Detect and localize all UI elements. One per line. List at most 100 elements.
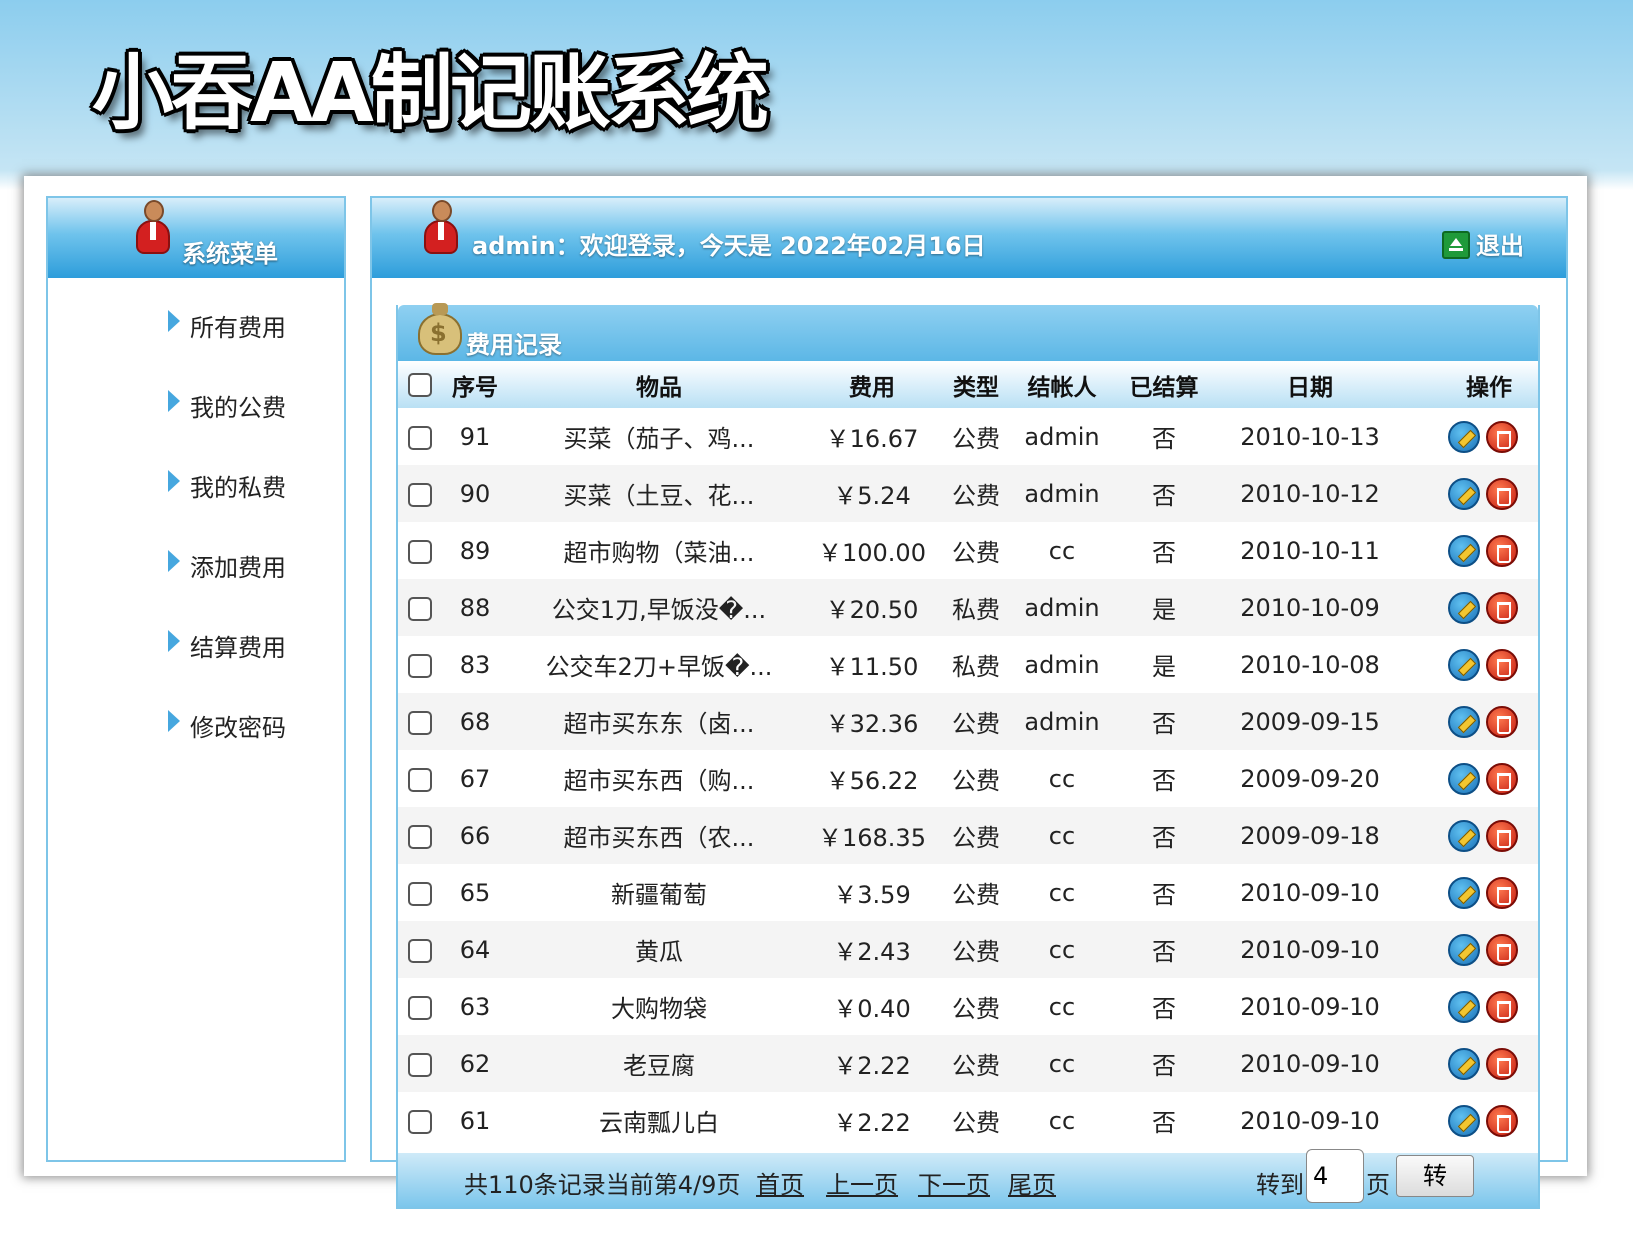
sidebar-item-my-private[interactable]: 我的私费: [48, 460, 344, 540]
arrow-right-icon: [168, 710, 180, 732]
row-checkbox[interactable]: [408, 824, 432, 849]
delete-icon[interactable]: [1486, 705, 1518, 738]
edit-icon[interactable]: [1448, 819, 1480, 852]
cell-cost: ￥16.67: [825, 425, 919, 453]
row-checkbox[interactable]: [408, 482, 432, 507]
logout-button[interactable]: 退出: [1442, 226, 1524, 261]
table-row: 65 新疆葡萄 ￥3.59 公费 cc 否 2010-09-10: [398, 864, 1538, 921]
select-all-checkbox[interactable]: [408, 373, 432, 397]
cell-payer: cc: [1018, 807, 1106, 864]
row-checkbox[interactable]: [408, 596, 432, 621]
row-checkbox[interactable]: [408, 767, 432, 792]
delete-icon[interactable]: [1486, 819, 1518, 852]
edit-icon[interactable]: [1448, 648, 1480, 681]
column-header: 类型: [934, 361, 1018, 408]
edit-icon[interactable]: [1448, 705, 1480, 738]
delete-icon[interactable]: [1486, 591, 1518, 624]
next-page-link[interactable]: 下一页: [918, 1165, 990, 1200]
first-page-link[interactable]: 首页: [756, 1165, 804, 1200]
goto-button[interactable]: 转: [1396, 1155, 1474, 1197]
prev-page-link[interactable]: 上一页: [826, 1165, 898, 1200]
cell-date: 2010-10-09: [1222, 579, 1398, 636]
column-header: 费用: [810, 361, 934, 408]
column-header: 操作: [1398, 361, 1538, 408]
cell-type: 公费: [934, 693, 1018, 750]
cell-item: 超市买东西（农...: [508, 807, 810, 864]
cell-payer: admin: [1018, 693, 1106, 750]
money-bag-icon: $: [418, 303, 462, 357]
cell-cost: ￥168.35: [810, 807, 934, 864]
edit-icon[interactable]: [1448, 990, 1480, 1023]
select-all-cell: [398, 361, 442, 408]
delete-icon[interactable]: [1486, 648, 1518, 681]
table-row: 61 云南瓢儿白 ￥2.22 公费 cc 否 2010-09-10: [398, 1092, 1538, 1149]
table-row: 91 买菜（茄子、鸡... ￥16.67 公费 admin 否 2010-10-13: [398, 408, 1538, 465]
cell-item: 新疆葡萄: [611, 881, 707, 909]
cell-payer: cc: [1048, 1106, 1076, 1135]
row-checkbox[interactable]: [408, 653, 432, 678]
cell-cost: ￥3.59: [833, 881, 911, 909]
sidebar-item-change-password[interactable]: 修改密码: [48, 700, 344, 780]
cell-type: 公费: [952, 425, 1000, 453]
edit-icon[interactable]: [1448, 534, 1480, 567]
delete-icon[interactable]: [1486, 990, 1518, 1023]
table-row: 63 大购物袋 ￥0.40 公费 cc 否 2010-09-10: [398, 978, 1538, 1035]
cell-date: 2010-10-12: [1222, 465, 1398, 522]
edit-icon[interactable]: [1448, 1104, 1480, 1137]
row-checkbox[interactable]: [408, 425, 432, 450]
row-checkbox[interactable]: [408, 1109, 432, 1134]
arrow-right-icon: [168, 550, 180, 572]
delete-icon[interactable]: [1486, 1104, 1518, 1137]
row-checkbox[interactable]: [408, 938, 432, 963]
cell-settled: 是: [1152, 653, 1176, 681]
row-checkbox[interactable]: [408, 710, 432, 735]
sidebar-item-my-public[interactable]: 我的公费: [48, 380, 344, 460]
main-header: admin：欢迎登录，今天是 2022年02月16日 退出: [372, 198, 1566, 278]
cell-date: 2010-09-10: [1240, 1106, 1380, 1135]
edit-icon[interactable]: [1448, 762, 1480, 795]
edit-icon[interactable]: [1448, 933, 1480, 966]
row-checkbox[interactable]: [408, 1052, 432, 1077]
sidebar-item-label: 添加费用: [190, 554, 286, 582]
cell-id: 62: [442, 1035, 508, 1092]
delete-icon[interactable]: [1486, 477, 1518, 510]
table-row: 67 超市买东西（购... ￥56.22 公费 cc 否 2009-09-20: [398, 750, 1538, 807]
cell-type: 公费: [952, 767, 1000, 795]
edit-icon[interactable]: [1448, 876, 1480, 909]
cell-id: 66: [442, 807, 508, 864]
delete-icon[interactable]: [1486, 876, 1518, 909]
table-row: 83 公交车2刀+早饭�... ￥11.50 私费 admin 是 2010-10-08: [398, 636, 1538, 693]
sidebar-item-all-expenses[interactable]: 所有费用: [48, 300, 344, 380]
goto-page-input[interactable]: [1306, 1149, 1364, 1203]
delete-icon[interactable]: [1486, 534, 1518, 567]
table-row: 90 买菜（土豆、花... ￥5.24 公费 admin 否 2010-10-12: [398, 465, 1538, 522]
column-header: 日期: [1222, 361, 1398, 408]
cell-settled: 否: [1106, 807, 1222, 864]
cell-date: 2009-09-18: [1222, 807, 1398, 864]
cell-id: 91: [459, 422, 491, 451]
edit-icon[interactable]: [1448, 591, 1480, 624]
cell-type: 私费: [952, 653, 1000, 681]
row-checkbox[interactable]: [408, 539, 432, 564]
last-page-link[interactable]: 尾页: [1008, 1165, 1056, 1200]
cell-type: 公费: [934, 465, 1018, 522]
cell-cost: ￥100.00: [818, 539, 926, 567]
delete-icon[interactable]: [1486, 1047, 1518, 1080]
cell-date: 2010-10-11: [1240, 536, 1380, 565]
cell-payer: cc: [1018, 921, 1106, 978]
table-row: 66 超市买东西（农... ￥168.35 公费 cc 否 2009-09-18: [398, 807, 1538, 864]
column-header: 序号: [442, 361, 508, 408]
column-header: 结帐人: [1018, 361, 1106, 408]
sidebar-item-settle[interactable]: 结算费用: [48, 620, 344, 700]
delete-icon[interactable]: [1486, 420, 1518, 453]
row-checkbox[interactable]: [408, 995, 432, 1020]
sidebar-item-add-expense[interactable]: 添加费用: [48, 540, 344, 620]
row-checkbox[interactable]: [408, 881, 432, 906]
cell-cost: ￥11.50: [825, 653, 919, 681]
cell-item: 买菜（茄子、鸡...: [563, 425, 755, 453]
delete-icon[interactable]: [1486, 933, 1518, 966]
delete-icon[interactable]: [1486, 762, 1518, 795]
edit-icon[interactable]: [1448, 1047, 1480, 1080]
edit-icon[interactable]: [1448, 477, 1480, 510]
edit-icon[interactable]: [1448, 420, 1480, 453]
